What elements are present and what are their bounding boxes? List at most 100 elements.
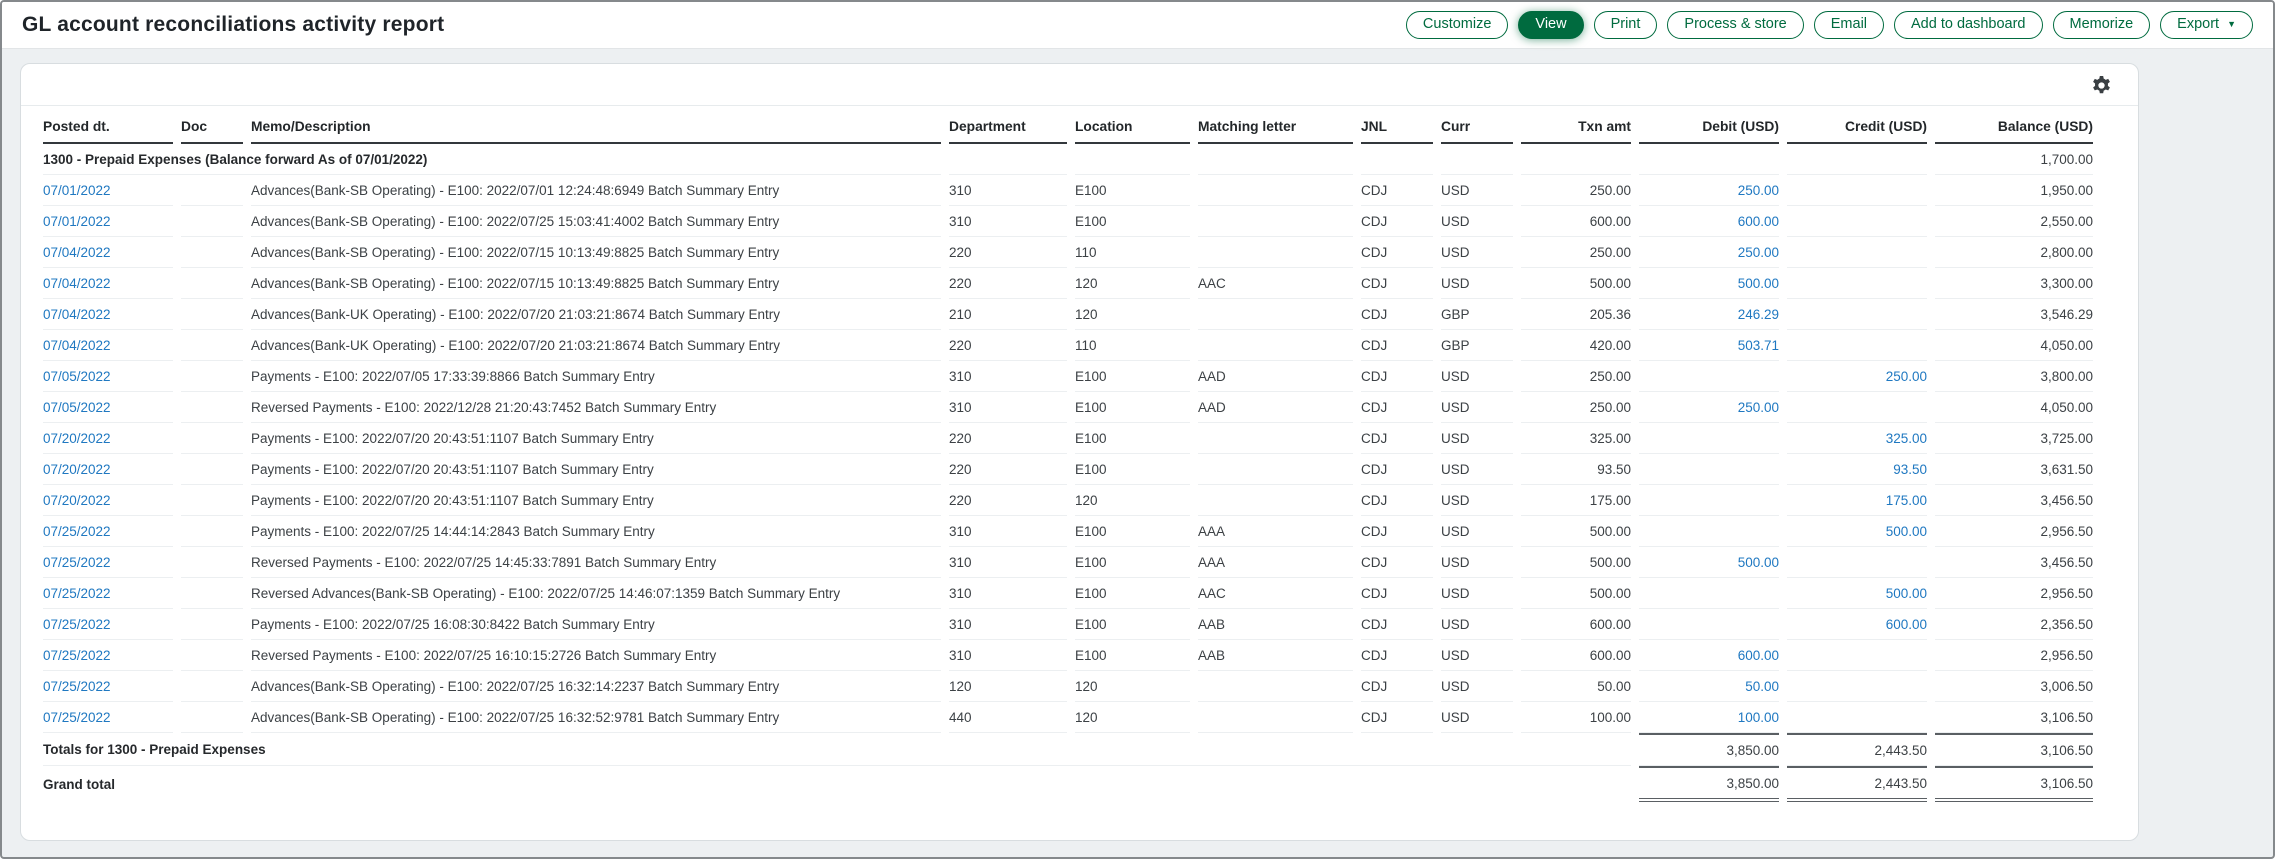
cell-credit: 500.00 — [1787, 516, 1927, 547]
table-row: 07/04/2022 Advances(Bank-SB Operating) -… — [43, 268, 2093, 299]
cell-matching-letter: AAA — [1198, 547, 1353, 578]
posted-date-link[interactable]: 07/25/2022 — [43, 617, 111, 632]
cell-department: 220 — [949, 330, 1067, 361]
cell-memo-description: Advances(Bank-SB Operating) - E100: 2022… — [251, 268, 941, 299]
cell-txn-amount: 205.36 — [1521, 299, 1631, 330]
cell-balance: 3,800.00 — [1935, 361, 2093, 392]
add-to-dashboard-button[interactable]: Add to dashboard — [1894, 11, 2042, 40]
cell-debit: 503.71 — [1639, 330, 1779, 361]
posted-date-link[interactable]: 07/04/2022 — [43, 245, 111, 260]
table-row: 07/25/2022 Reversed Advances(Bank-SB Ope… — [43, 578, 2093, 609]
posted-date-link[interactable]: 07/05/2022 — [43, 369, 111, 384]
credit-amount-link[interactable]: 93.50 — [1893, 462, 1927, 477]
posted-date-link[interactable]: 07/20/2022 — [43, 431, 111, 446]
posted-date-link[interactable]: 07/25/2022 — [43, 648, 111, 663]
cell-credit — [1787, 268, 1927, 299]
cell-currency: USD — [1441, 609, 1513, 640]
print-button[interactable]: Print — [1594, 11, 1658, 40]
posted-date-link[interactable]: 07/04/2022 — [43, 307, 111, 322]
debit-amount-link[interactable]: 100.00 — [1738, 710, 1779, 725]
cell-doc — [181, 392, 243, 423]
cell-debit: 250.00 — [1639, 237, 1779, 268]
cell-balance: 2,956.50 — [1935, 516, 2093, 547]
table-row: 07/01/2022 Advances(Bank-SB Operating) -… — [43, 175, 2093, 206]
rows-body: 1300 - Prepaid Expenses (Balance forward… — [43, 144, 2093, 733]
posted-date-link[interactable]: 07/20/2022 — [43, 462, 111, 477]
cell-balance: 1,950.00 — [1935, 175, 2093, 206]
credit-amount-link[interactable]: 250.00 — [1886, 369, 1927, 384]
cell-memo-description: Payments - E100: 2022/07/25 16:08:30:842… — [251, 609, 941, 640]
cell-department: 120 — [949, 671, 1067, 702]
column-header-location: Location — [1075, 108, 1190, 144]
cell-jnl: CDJ — [1361, 206, 1433, 237]
cell-doc — [181, 702, 243, 733]
settings-gear-button[interactable] — [2091, 75, 2112, 96]
posted-date-link[interactable]: 07/04/2022 — [43, 276, 111, 291]
cell-credit — [1787, 206, 1927, 237]
debit-amount-link[interactable]: 600.00 — [1738, 648, 1779, 663]
posted-date-link[interactable]: 07/20/2022 — [43, 493, 111, 508]
credit-amount-link[interactable]: 600.00 — [1886, 617, 1927, 632]
email-button[interactable]: Email — [1814, 11, 1884, 40]
cell-txn-amount: 250.00 — [1521, 175, 1631, 206]
cell-posted-date: 07/04/2022 — [43, 299, 173, 330]
cell-department: 310 — [949, 578, 1067, 609]
debit-amount-link[interactable]: 250.00 — [1738, 183, 1779, 198]
view-button[interactable]: View — [1518, 11, 1583, 40]
cell-currency: USD — [1441, 423, 1513, 454]
cell-matching-letter — [1198, 299, 1353, 330]
process-and-store-button[interactable]: Process & store — [1667, 11, 1803, 40]
table-row: 07/20/2022 Payments - E100: 2022/07/20 2… — [43, 454, 2093, 485]
cell-memo-description: Payments - E100: 2022/07/20 20:43:51:110… — [251, 485, 941, 516]
credit-amount-link[interactable]: 325.00 — [1886, 431, 1927, 446]
memorize-button[interactable]: Memorize — [2053, 11, 2151, 40]
table-header-row: Posted dt.DocMemo/DescriptionDepartmentL… — [43, 108, 2093, 144]
posted-date-link[interactable]: 07/25/2022 — [43, 586, 111, 601]
cell-doc — [181, 237, 243, 268]
cell-doc — [181, 299, 243, 330]
debit-amount-link[interactable]: 500.00 — [1738, 276, 1779, 291]
debit-amount-link[interactable]: 50.00 — [1745, 679, 1779, 694]
debit-amount-link[interactable]: 250.00 — [1738, 400, 1779, 415]
report-card: Posted dt.DocMemo/DescriptionDepartmentL… — [20, 63, 2139, 841]
cell-credit: 325.00 — [1787, 423, 1927, 454]
cell-currency: USD — [1441, 578, 1513, 609]
cell-debit — [1639, 454, 1779, 485]
credit-amount-link[interactable]: 500.00 — [1886, 586, 1927, 601]
debit-amount-link[interactable]: 600.00 — [1738, 214, 1779, 229]
debit-amount-link[interactable]: 250.00 — [1738, 245, 1779, 260]
cell-department: 220 — [949, 423, 1067, 454]
cell-memo-description: Advances(Bank-SB Operating) - E100: 2022… — [251, 206, 941, 237]
cell-balance: 2,956.50 — [1935, 640, 2093, 671]
cell-location: E100 — [1075, 578, 1190, 609]
cell-debit: 246.29 — [1639, 299, 1779, 330]
cell-location: 110 — [1075, 237, 1190, 268]
posted-date-link[interactable]: 07/05/2022 — [43, 400, 111, 415]
debit-amount-link[interactable]: 246.29 — [1738, 307, 1779, 322]
debit-amount-link[interactable]: 500.00 — [1738, 555, 1779, 570]
customize-button[interactable]: Customize — [1406, 11, 1509, 40]
debit-amount-link[interactable]: 503.71 — [1738, 338, 1779, 353]
cell-posted-date: 07/04/2022 — [43, 330, 173, 361]
posted-date-link[interactable]: 07/04/2022 — [43, 338, 111, 353]
grand-total-balance: 3,106.50 — [1935, 766, 2093, 802]
posted-date-link[interactable]: 07/01/2022 — [43, 214, 111, 229]
cell-empty — [1198, 144, 1353, 175]
cell-doc — [181, 516, 243, 547]
button-label: Customize — [1423, 17, 1492, 33]
table-row: 07/01/2022 Advances(Bank-SB Operating) -… — [43, 206, 2093, 237]
column-header-posted-dt: Posted dt. — [43, 108, 173, 144]
posted-date-link[interactable]: 07/25/2022 — [43, 679, 111, 694]
cell-debit: 250.00 — [1639, 175, 1779, 206]
posted-date-link[interactable]: 07/25/2022 — [43, 555, 111, 570]
credit-amount-link[interactable]: 175.00 — [1886, 493, 1927, 508]
cell-location: E100 — [1075, 454, 1190, 485]
cell-posted-date: 07/05/2022 — [43, 392, 173, 423]
cell-empty — [1075, 144, 1190, 175]
posted-date-link[interactable]: 07/01/2022 — [43, 183, 111, 198]
posted-date-link[interactable]: 07/25/2022 — [43, 524, 111, 539]
export-button[interactable]: Export▼ — [2160, 11, 2253, 40]
posted-date-link[interactable]: 07/25/2022 — [43, 710, 111, 725]
cell-credit: 500.00 — [1787, 578, 1927, 609]
credit-amount-link[interactable]: 500.00 — [1886, 524, 1927, 539]
